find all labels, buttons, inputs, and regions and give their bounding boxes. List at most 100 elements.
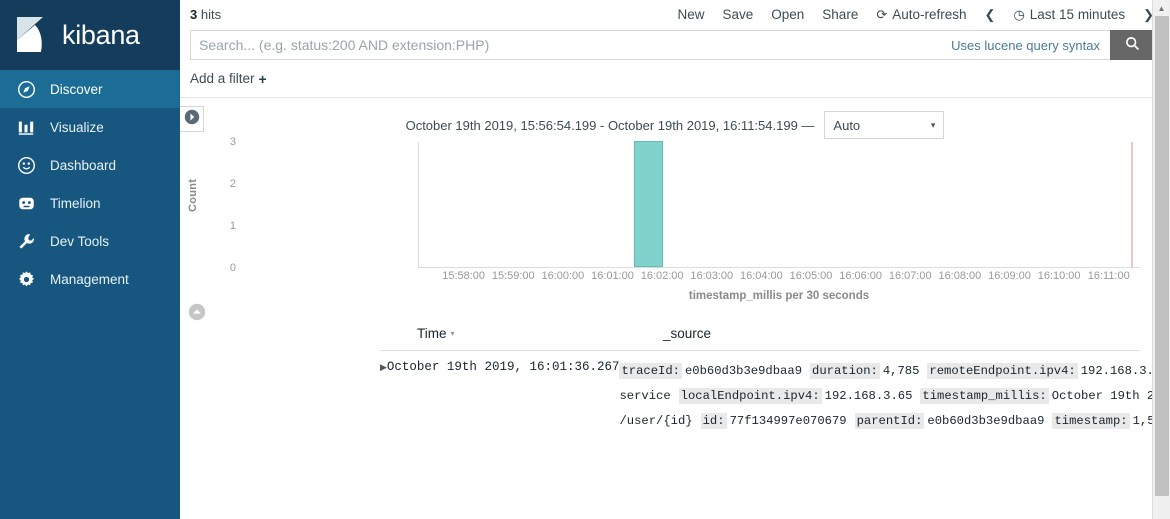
- x-axis-tick: 16:02:00: [641, 270, 684, 282]
- sidebar-item-discover[interactable]: Discover: [0, 70, 180, 108]
- plus-icon: +: [259, 71, 267, 87]
- source-field-key: timestamp:: [1052, 413, 1129, 429]
- table-row[interactable]: ▶ October 19th 2019, 16:01:36.267 traceI…: [380, 351, 1140, 434]
- gear-icon: [16, 269, 36, 289]
- add-filter-label: Add a filter: [190, 71, 255, 86]
- source-field-value: e0b60d3b3e9dbaa9: [685, 364, 802, 378]
- y-axis-ticks: 0123: [212, 142, 236, 268]
- sidebar-item-label: Management: [50, 272, 129, 287]
- save-button[interactable]: Save: [722, 7, 753, 22]
- scrollbar-thumb[interactable]: [1155, 16, 1169, 496]
- chevron-up-circle-icon: [188, 308, 206, 325]
- query-bar: Uses lucene query syntax: [190, 30, 1154, 60]
- sidebar-item-label: Dev Tools: [50, 234, 109, 249]
- dashboard-icon: [16, 155, 36, 175]
- x-axis-tick: 16:07:00: [889, 270, 932, 282]
- source-field-key: localEndpoint.ipv4:: [679, 388, 822, 404]
- chart-bar[interactable]: [634, 141, 663, 267]
- share-button[interactable]: Share: [822, 7, 858, 22]
- source-field-value: e0b60d3b3e9dbaa9: [927, 414, 1044, 428]
- time-picker-button[interactable]: ◷ Last 15 minutes: [1013, 7, 1125, 22]
- source-field-value: 4,785: [883, 364, 920, 378]
- sidebar-item-label: Discover: [50, 82, 103, 97]
- y-axis-tick: 0: [230, 262, 236, 274]
- histogram-chart[interactable]: Count 0123 15:58:0015:59:0016:00:0016:01…: [380, 142, 1140, 317]
- top-nav: New Save Open Share ⟳ Auto-refresh ❮ ◷ L…: [677, 7, 1154, 22]
- compass-icon: [16, 79, 36, 99]
- sidebar-item-dev-tools[interactable]: Dev Tools: [0, 222, 180, 260]
- kibana-logo-icon: [10, 14, 52, 56]
- x-axis-tick: 15:58:00: [442, 270, 485, 282]
- x-axis-tick: 16:06:00: [839, 270, 882, 282]
- auto-refresh-button[interactable]: ⟳ Auto-refresh: [876, 7, 966, 22]
- x-axis-tick: 16:11:00: [1088, 270, 1130, 282]
- documents-table: Time ▾ _source ▶ October 19th 2019, 16:0…: [380, 317, 1140, 434]
- main-area: 3 hits New Save Open Share ⟳ Auto-refres…: [180, 0, 1170, 519]
- sidebar-item-label: Visualize: [50, 120, 104, 135]
- wrench-icon: [16, 231, 36, 251]
- y-axis-label: Count: [187, 179, 199, 212]
- chevron-right-circle-icon: [184, 109, 200, 130]
- x-axis-tick: 16:03:00: [690, 270, 733, 282]
- sidebar: kibana Discover Visualize Dashboard Time: [0, 0, 180, 519]
- x-axis-tick: 16:10:00: [1038, 270, 1081, 282]
- collapse-chart-button[interactable]: [188, 303, 206, 326]
- x-axis-tick: 16:01:00: [591, 270, 634, 282]
- content-area: October 19th 2019, 15:56:54.199 - Octobe…: [180, 98, 1170, 519]
- x-axis-ticks: 15:58:00 15:59:00 16:00:00 16:01:00 16:02:00…: [418, 270, 1140, 288]
- sort-caret-icon: ▾: [451, 329, 455, 338]
- sidebar-item-timelion[interactable]: Timelion: [0, 184, 180, 222]
- sidebar-item-management[interactable]: Management: [0, 260, 180, 298]
- chart-header: October 19th 2019, 15:56:54.199 - Octobe…: [180, 98, 1170, 142]
- hits-count: 3 hits: [190, 7, 221, 22]
- hits-label: hits: [201, 7, 221, 22]
- x-axis-tick: 16:05:00: [790, 270, 833, 282]
- table-header-row: Time ▾ _source: [380, 317, 1140, 351]
- auto-refresh-label: Auto-refresh: [892, 7, 966, 22]
- source-field-key: duration:: [810, 363, 880, 379]
- source-field-value: 192.168.3.65: [825, 389, 913, 403]
- query-row: Uses lucene query syntax: [180, 28, 1170, 60]
- source-field-value: 77f134997e070679: [730, 414, 847, 428]
- filter-bar: Add a filter +: [180, 60, 1170, 98]
- y-axis-tick: 1: [230, 220, 236, 232]
- page-scrollbar[interactable]: ▲: [1152, 0, 1170, 519]
- expand-field-sidebar-button[interactable]: [180, 106, 204, 132]
- top-bar: 3 hits New Save Open Share ⟳ Auto-refres…: [180, 0, 1170, 28]
- new-button[interactable]: New: [677, 7, 704, 22]
- source-field-key: parentId:: [855, 413, 925, 429]
- brand: kibana: [0, 0, 180, 70]
- chart-time-range: October 19th 2019, 15:56:54.199 - Octobe…: [406, 118, 815, 133]
- clock-icon: ◷: [1013, 8, 1024, 21]
- cell-time: October 19th 2019, 16:01:36.267: [387, 359, 620, 434]
- bar-chart-icon: [16, 117, 36, 137]
- source-field-key: id:: [701, 413, 727, 429]
- search-input[interactable]: [191, 31, 951, 59]
- open-button[interactable]: Open: [771, 7, 804, 22]
- x-axis-tick: 16:09:00: [988, 270, 1031, 282]
- refresh-icon: ⟳: [876, 8, 887, 21]
- x-axis-tick: 16:00:00: [541, 270, 584, 282]
- time-prev-button[interactable]: ❮: [985, 8, 996, 21]
- source-field-key: remoteEndpoint.ipv4:: [927, 363, 1077, 379]
- row-expand-toggle[interactable]: ▶: [380, 359, 387, 434]
- add-filter-button[interactable]: Add a filter +: [190, 71, 267, 87]
- y-axis-tick: 2: [230, 178, 236, 190]
- scroll-up-button[interactable]: ▲: [1153, 0, 1170, 16]
- time-picker-label: Last 15 minutes: [1030, 7, 1125, 22]
- interval-select[interactable]: Auto ▾: [824, 111, 944, 139]
- source-field-key: traceId:: [619, 363, 682, 379]
- cell-source: traceId:e0b60d3b3e9dbaa9duration:4,785re…: [619, 359, 1170, 434]
- kibana-discover-app: kibana Discover Visualize Dashboard Time: [0, 0, 1170, 519]
- sidebar-item-label: Dashboard: [50, 158, 116, 173]
- column-header-time-label: Time: [417, 326, 447, 341]
- column-header-time[interactable]: Time ▾: [380, 326, 663, 341]
- sidebar-item-visualize[interactable]: Visualize: [0, 108, 180, 146]
- source-field-key: timestamp_millis:: [920, 388, 1048, 404]
- sidebar-item-dashboard[interactable]: Dashboard: [0, 146, 180, 184]
- search-submit-button[interactable]: [1110, 30, 1154, 60]
- x-axis-tick: 15:59:00: [492, 270, 535, 282]
- y-axis-tick: 3: [230, 136, 236, 148]
- hits-number: 3: [190, 7, 197, 22]
- interval-value: Auto: [833, 118, 860, 133]
